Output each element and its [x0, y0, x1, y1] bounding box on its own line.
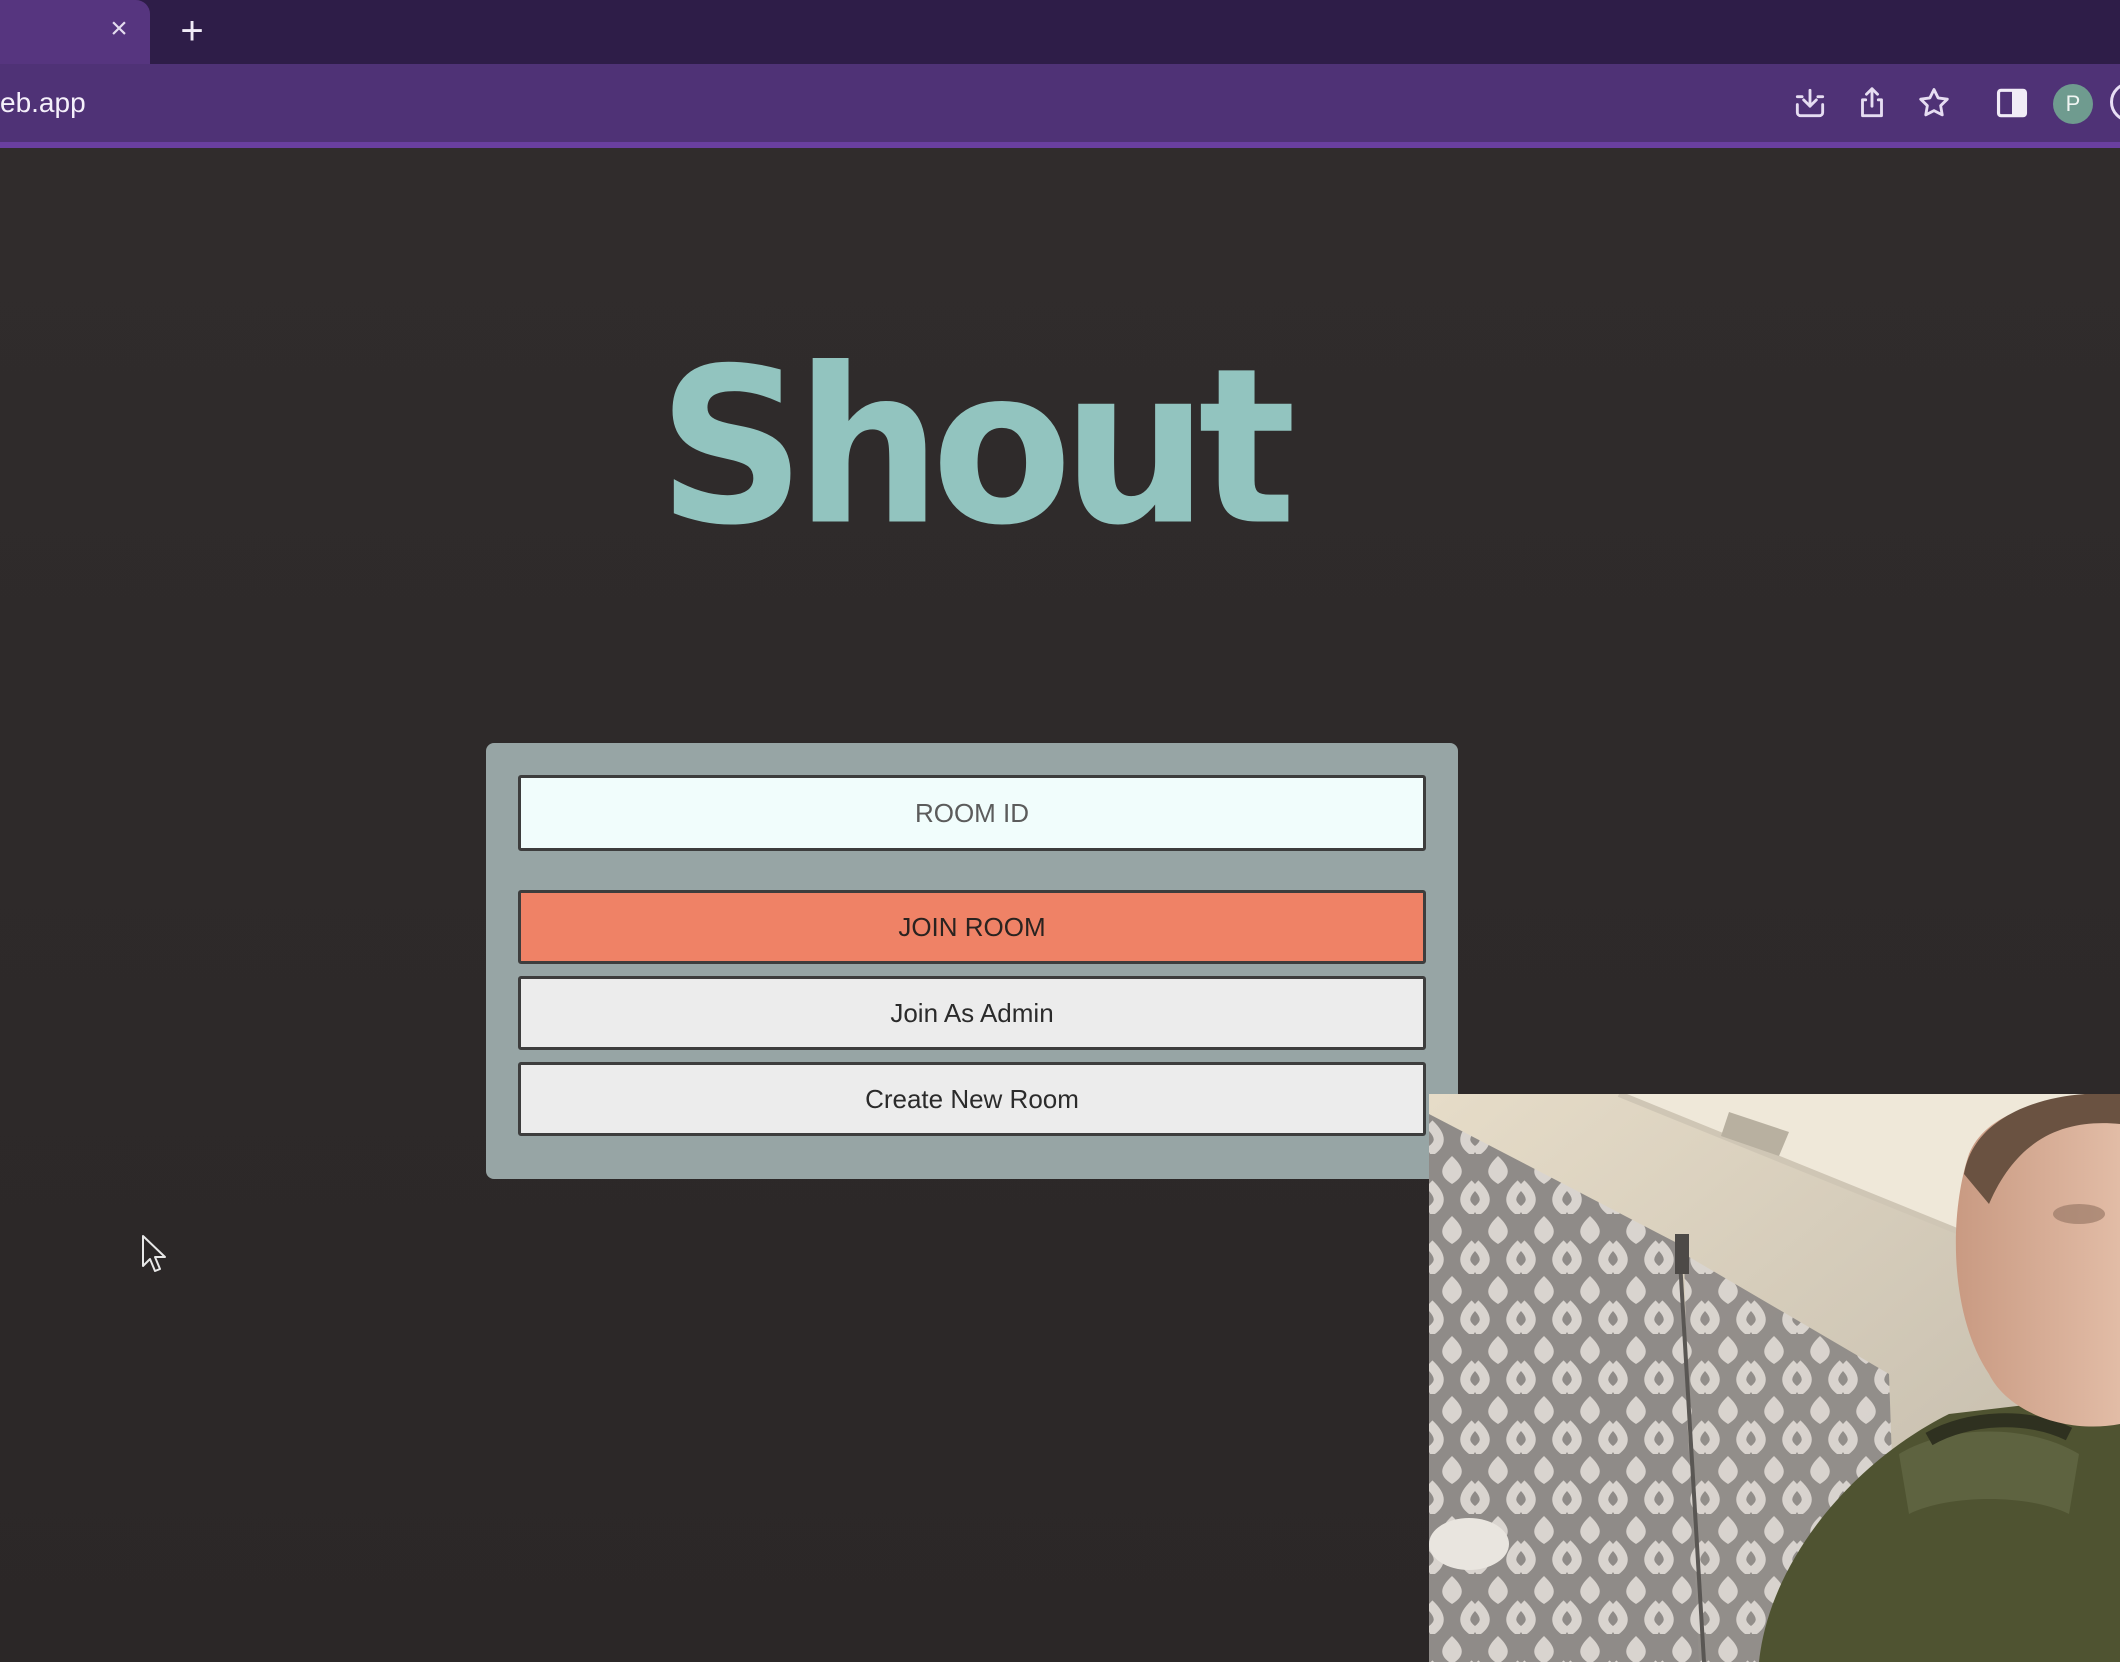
webcam-video-frame — [1429, 1094, 2120, 1662]
screen: × + eb.app P Shout ROOM ID JOIN ROOM Joi… — [0, 0, 2120, 1662]
browser-menu-edge[interactable] — [2110, 82, 2120, 122]
browser-toolbar: eb.app P — [0, 64, 2120, 142]
join-room-panel: JOIN ROOM Join As Admin Create New Room — [486, 743, 1458, 1179]
create-new-room-button[interactable]: Create New Room — [518, 1062, 1426, 1136]
webcam-overlay — [1429, 1094, 2120, 1662]
close-tab-icon[interactable]: × — [104, 14, 134, 44]
browser-tab-strip: × + — [0, 0, 2120, 64]
side-panel-icon[interactable] — [1993, 84, 2031, 122]
join-as-admin-button[interactable]: Join As Admin — [518, 976, 1426, 1050]
new-tab-button[interactable]: + — [172, 11, 212, 52]
browser-tab-active[interactable]: × — [0, 0, 150, 64]
install-app-icon[interactable] — [1791, 84, 1829, 122]
profile-avatar[interactable]: P — [2053, 84, 2093, 124]
join-room-button[interactable]: JOIN ROOM — [518, 890, 1426, 964]
room-id-input[interactable] — [518, 775, 1426, 851]
shout-logo: Shout — [657, 323, 1296, 573]
bookmark-star-icon[interactable] — [1915, 84, 1953, 122]
share-icon[interactable] — [1853, 84, 1891, 122]
mouse-cursor-icon — [142, 1235, 166, 1272]
address-bar[interactable]: eb.app — [0, 86, 86, 120]
